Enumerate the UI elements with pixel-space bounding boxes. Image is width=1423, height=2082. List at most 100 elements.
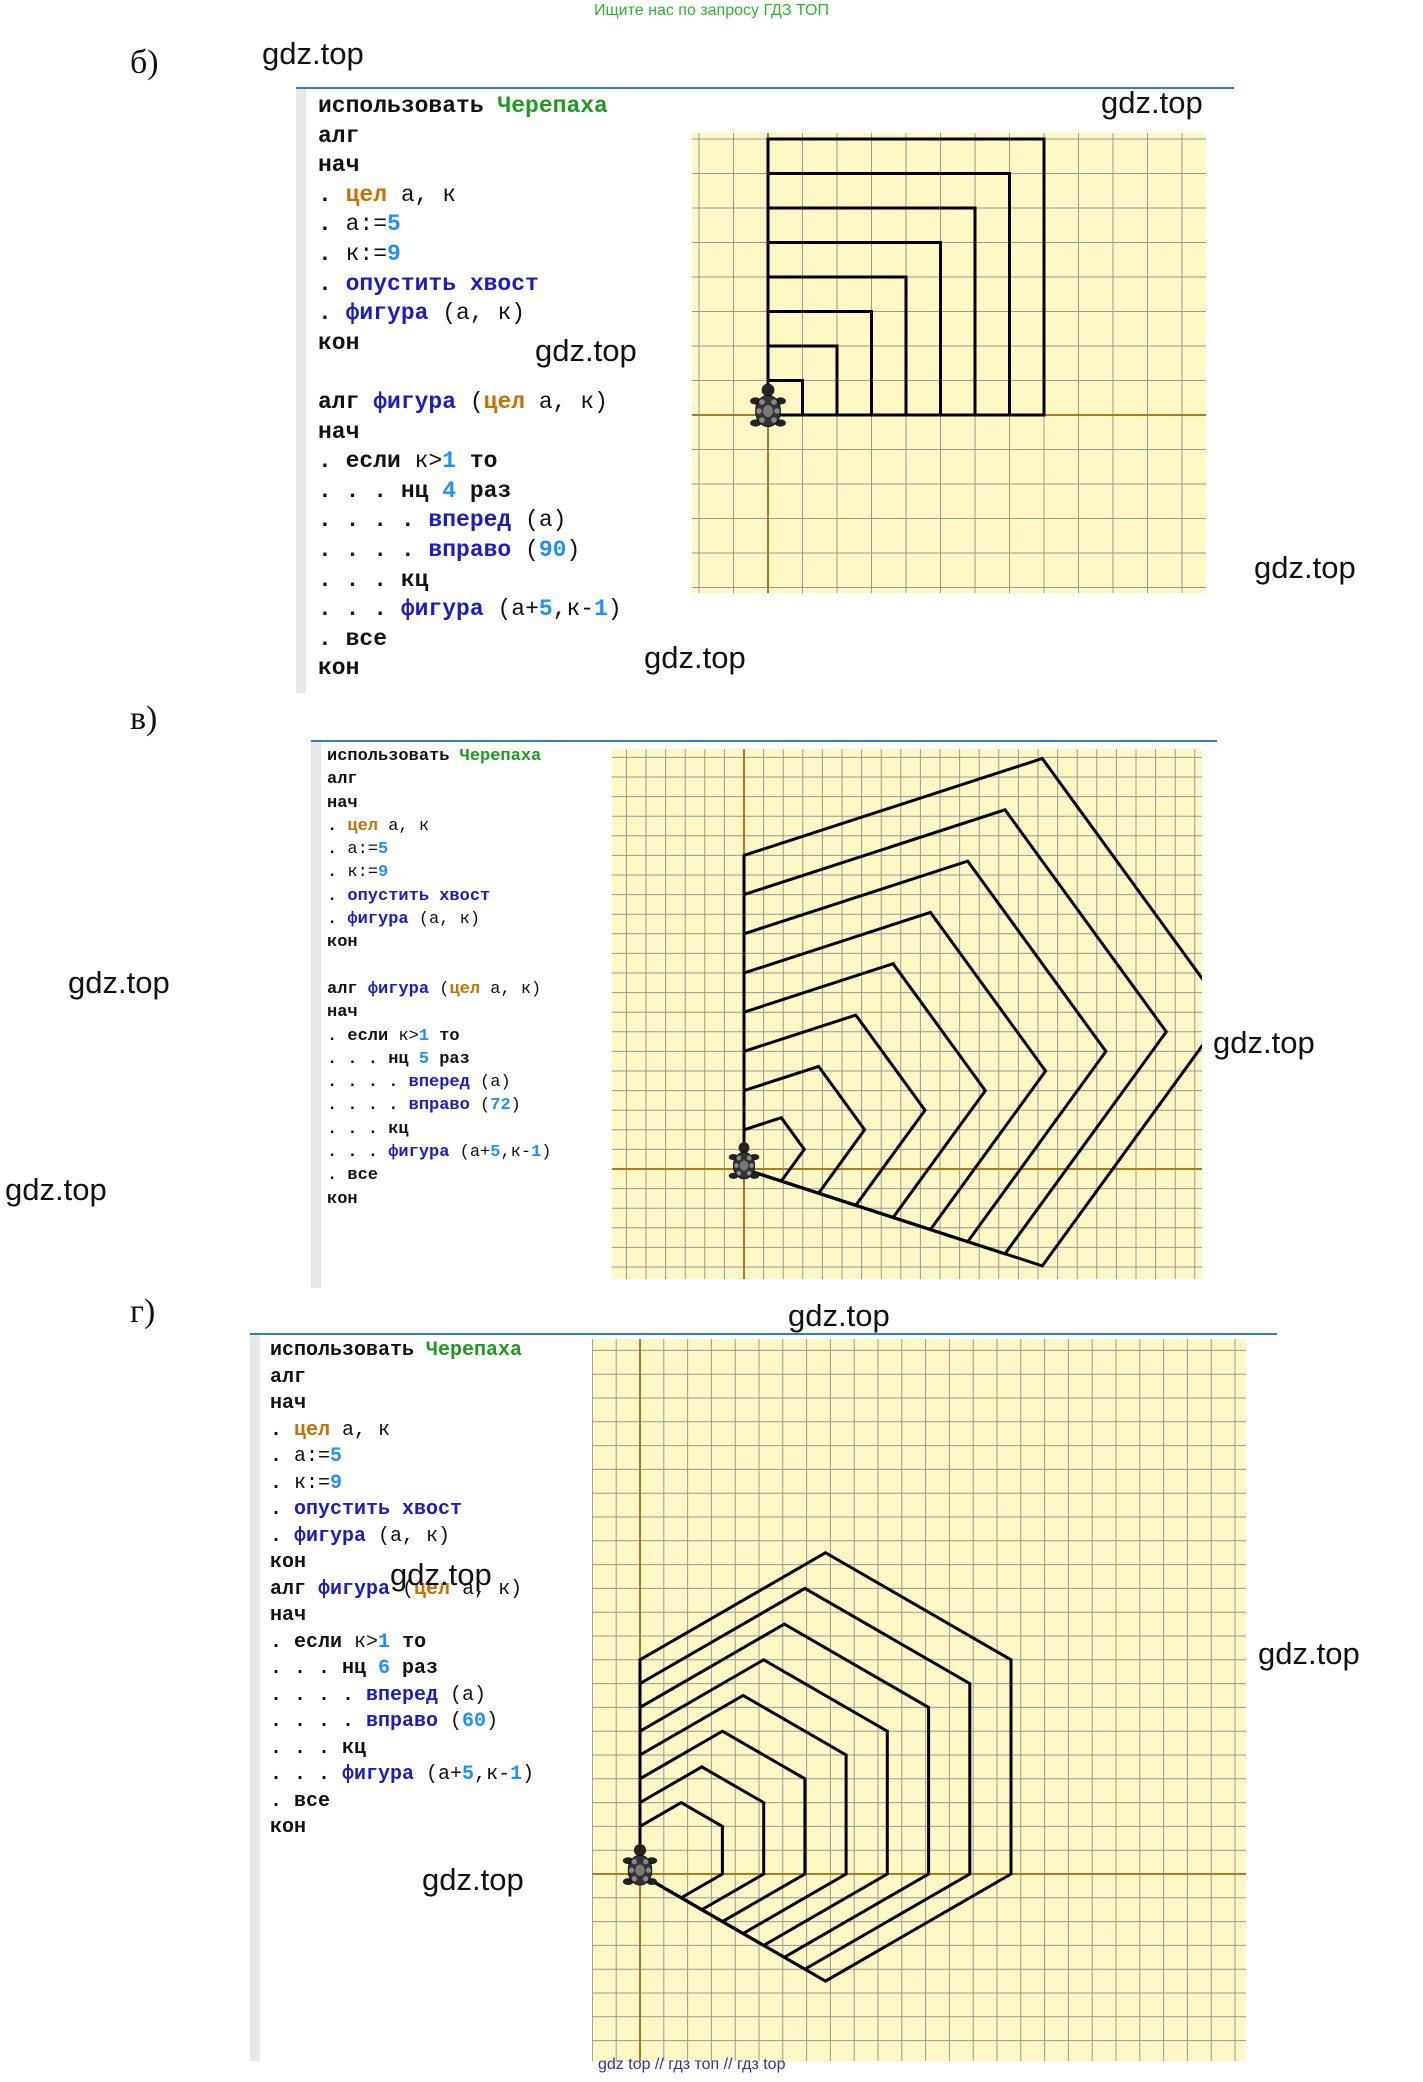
code-token: фигура: [400, 596, 484, 623]
code-token: к:=: [294, 1471, 331, 1495]
code-token: нач: [270, 1392, 307, 1415]
code-token: фигура: [367, 979, 430, 999]
code-token: . . . .: [318, 507, 429, 534]
code-token: все: [294, 1789, 331, 1813]
code-token: фигура: [373, 388, 457, 415]
code-token: .: [270, 1418, 295, 1442]
code-token: к:=: [347, 863, 379, 883]
code-line: нач: [318, 418, 622, 448]
code-token: . . .: [318, 596, 401, 623]
code-line: использовать Черепаха: [318, 92, 622, 122]
watermark: gdz.top: [788, 1298, 890, 1333]
code-token: ): [510, 1096, 521, 1116]
code-token: Черепаха: [459, 747, 542, 766]
watermark: gdz.top: [1213, 1025, 1315, 1060]
code-line: . фигура (а, к): [318, 299, 622, 329]
code-token: а:=: [345, 211, 388, 238]
code-token: . . .: [270, 1657, 343, 1680]
watermark: gdz.top: [1258, 1636, 1360, 1671]
code-token: ): [486, 1710, 499, 1733]
code-token: кон: [270, 1551, 307, 1574]
code-token: (а, к): [428, 300, 526, 327]
code-line: кон: [327, 931, 551, 954]
code-token: использовать: [318, 93, 498, 119]
code-token: 1: [442, 448, 457, 475]
code-token: нач: [270, 1604, 307, 1627]
code-token: алг: [327, 979, 368, 999]
code-token: 5: [378, 840, 389, 860]
code-line: [327, 955, 551, 978]
code-token: (а, к): [366, 1524, 451, 1548]
code-token: (а+: [414, 1763, 463, 1786]
watermark: gdz.top: [262, 36, 364, 71]
code-token: к:=: [345, 240, 388, 267]
code-token: (а): [511, 507, 567, 534]
code-token: кон: [327, 933, 358, 953]
code-token: (а+: [449, 1143, 491, 1163]
code-token: использовать: [270, 1339, 427, 1362]
code-line: кон: [270, 1815, 534, 1842]
code-token: опустить хвост: [294, 1498, 463, 1521]
code-line: . опустить хвост: [318, 270, 622, 300]
code-token: (а): [438, 1683, 487, 1707]
code-token: .: [327, 840, 348, 860]
code-token: 5: [490, 1143, 501, 1163]
code-token: . . .: [318, 566, 401, 593]
code-line: . . . кц: [327, 1118, 551, 1141]
code-token: . . .: [270, 1763, 343, 1786]
code-line: . все: [327, 1164, 551, 1187]
code-token: .: [327, 1166, 348, 1186]
turtle-canvas-hexagon: [592, 1339, 1246, 2061]
code-token: .: [318, 211, 346, 238]
code-token: фигура: [347, 910, 409, 930]
code-token: алг: [318, 122, 360, 149]
code-token: алг: [318, 388, 374, 415]
code-token: а, к: [378, 816, 430, 836]
code-token: 90: [538, 536, 567, 563]
code-token: нач: [327, 1003, 358, 1023]
code-token: фигура: [342, 1763, 415, 1786]
code-token: .: [270, 1524, 295, 1548]
code-line: . . . . вперед (а): [318, 506, 622, 536]
turtle-canvas-pentagon: [612, 749, 1202, 1279]
code-token: вправо: [428, 536, 512, 563]
turtle-canvas-square: [692, 133, 1206, 593]
code-token: . . .: [327, 1119, 389, 1139]
code-line: . фигура (а, к): [270, 1524, 534, 1551]
footer-note: gdz top // гдз топ // гдз top: [598, 2056, 786, 2073]
code-token: .: [327, 816, 348, 836]
code-token: 6: [378, 1657, 391, 1680]
code-token: .: [270, 1789, 295, 1813]
code-line: использовать Черепаха: [270, 1338, 534, 1365]
code-token: фигура: [294, 1524, 367, 1548]
watermark: gdz.top: [644, 640, 746, 675]
code-token: .: [318, 448, 346, 475]
header-note: Ищите нас по запросу ГДЗ ТОП: [594, 2, 829, 19]
code-token: . . . .: [327, 1096, 409, 1116]
watermark: gdz.top: [5, 1172, 107, 1207]
code-token: то: [429, 1026, 460, 1046]
code-token: к>: [388, 1026, 419, 1046]
code-token: . . . .: [270, 1683, 367, 1707]
section-letter-b: б): [130, 44, 159, 81]
divider-rule: [296, 87, 1234, 89]
code-line: нач: [270, 1391, 534, 1418]
code-token: .: [327, 863, 348, 883]
code-token: то: [456, 448, 498, 475]
code-line: . опустить хвост: [327, 885, 551, 908]
code-token: (: [438, 1710, 463, 1733]
code-line: . опустить хвост: [270, 1497, 534, 1524]
code-token: цел: [449, 979, 481, 999]
divider-rule: [311, 740, 1217, 742]
code-line: . . . фигура (а+5,к-1): [318, 595, 622, 625]
watermark: gdz.top: [422, 1862, 524, 1897]
code-line: . цел а, к: [327, 815, 551, 838]
code-token: алг: [327, 770, 358, 790]
code-line: . к:=9: [318, 240, 622, 270]
code-line: кон: [318, 654, 622, 684]
code-token: вправо: [366, 1710, 439, 1733]
code-listing: использовать Черепаха алг нач. цел а, к. а…: [327, 745, 551, 1211]
code-line: нач: [318, 151, 622, 181]
